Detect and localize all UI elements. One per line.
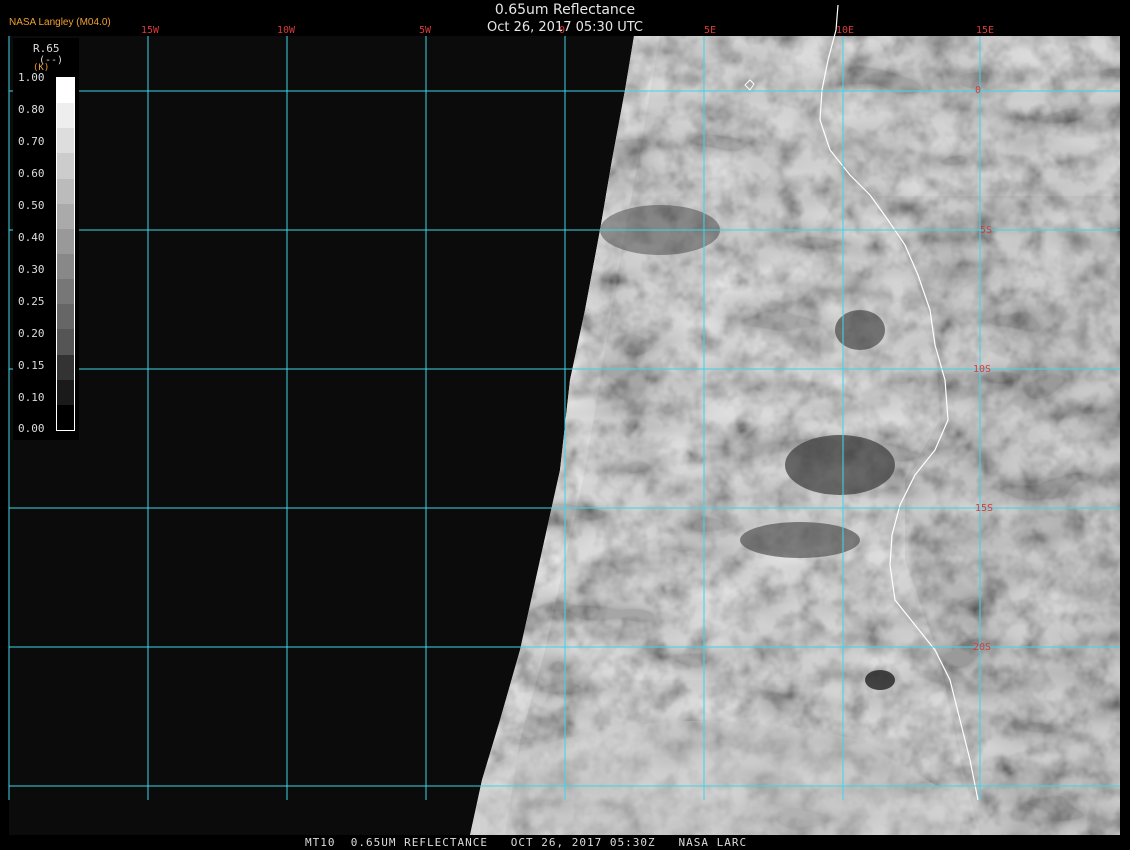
legend-label: 0.80 <box>18 103 45 116</box>
legend-swatch <box>57 304 74 330</box>
legend-swatch <box>57 404 74 430</box>
legend-swatch <box>57 253 74 280</box>
legend-title: R.65 <box>33 42 60 55</box>
footer-bar: MT10 0.65UM REFLECTANCE OCT 26, 2017 05:… <box>0 835 1130 850</box>
image-timestamp: Oct 26, 2017 05:30 UTC <box>487 20 643 35</box>
legend-swatch <box>57 78 74 104</box>
legend-label: 0.10 <box>18 391 45 404</box>
legend-label: 0.00 <box>18 422 45 435</box>
legend-swatch <box>57 153 74 179</box>
legend-swatch <box>57 128 74 154</box>
legend-swatch <box>57 178 74 204</box>
lat-label-5s: 5S <box>980 225 992 236</box>
legend-label: 0.25 <box>18 295 45 308</box>
lat-label-15s: 15S <box>975 503 993 514</box>
footer-text: MT10 0.65UM REFLECTANCE OCT 26, 2017 05:… <box>305 836 748 849</box>
legend-swatch <box>57 329 74 355</box>
provider-label: NASA Langley (M04.0) <box>9 17 111 28</box>
lat-label-10s: 10S <box>973 364 991 375</box>
lat-label-0: 0 <box>975 85 981 96</box>
legend-swatch <box>57 354 74 380</box>
legend-label: 0.15 <box>18 359 45 372</box>
legend-label: 0.60 <box>18 167 45 180</box>
legend-color-bar <box>56 77 75 431</box>
legend-swatch <box>57 203 74 229</box>
legend-swatch <box>57 279 74 305</box>
legend-label: 0.40 <box>18 231 45 244</box>
legend-label: 0.70 <box>18 135 45 148</box>
legend-label: 0.50 <box>18 199 45 212</box>
legend-swatch <box>57 103 74 129</box>
lat-label-20s: 20S <box>973 642 991 653</box>
legend-label: 0.20 <box>18 327 45 340</box>
color-legend: R.65 (--) (K) 1.00 0.80 0.70 0.60 0.50 0… <box>13 38 79 440</box>
image-title: 0.65um Reflectance <box>494 2 636 18</box>
legend-swatch <box>57 228 74 254</box>
legend-label: 1.00 <box>18 71 45 84</box>
legend-label: 0.30 <box>18 263 45 276</box>
satellite-map: 15W 10W 5W 0 5E 10E 15E 0 5S 10S 15S 20S <box>8 4 1120 836</box>
legend-swatch <box>57 379 74 405</box>
